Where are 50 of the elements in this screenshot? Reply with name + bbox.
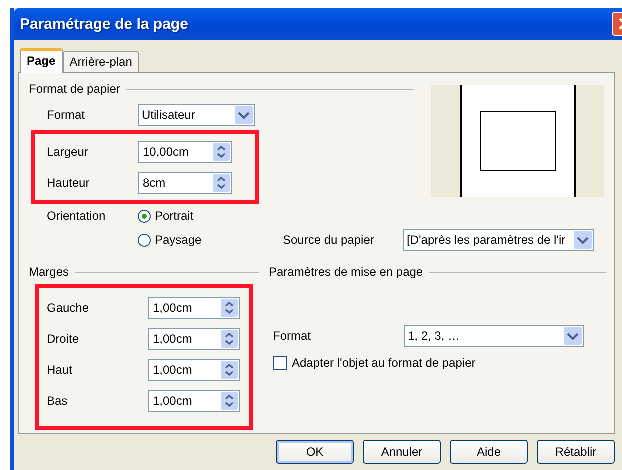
field-label: Format [46,108,86,122]
spin-arrows-icon[interactable] [221,392,238,410]
spin-field[interactable]: 1,00cm [148,296,240,318]
dialog-button[interactable]: Rétablir [537,440,615,464]
spin-field[interactable]: 8cm [138,172,232,194]
spin-arrows-icon[interactable] [221,360,238,378]
field-value: 1,00cm [153,332,192,346]
radio-label[interactable]: Portrait [155,209,194,223]
spin-arrows-icon[interactable] [221,298,238,316]
dropdown[interactable]: Utilisateur [138,104,255,126]
field-label: Haut [46,362,74,376]
window-title: Paramétrage de la page [19,16,188,32]
field-label: Droite [46,332,80,346]
dropdown-value: 1, 2, 3, … [408,328,460,342]
dropdown[interactable]: 1, 2, 3, … [404,324,584,346]
dropdown[interactable]: [D'après les paramètres de l'ir [403,229,594,251]
field-label: Source du papier [283,233,376,247]
spin-field[interactable]: 1,00cm [148,390,240,412]
radio-button[interactable] [138,234,151,246]
dropdown-value: Utilisateur [142,108,196,122]
field-label: Hauteur [46,176,91,190]
spin-field[interactable]: 1,00cm [148,328,240,350]
radio-button[interactable] [138,210,151,222]
spin-arrows-icon[interactable] [213,174,230,192]
tab[interactable]: Arrière-plan [62,51,140,72]
field-label: Bas [46,394,69,408]
field-label: Largeur [46,144,90,158]
checkbox[interactable] [273,356,287,370]
checkbox-label[interactable]: Adapter l'objet au format de papier [292,356,476,370]
dialog-button[interactable]: Annuler [363,440,441,464]
spin-field[interactable]: 10,00cm [138,140,232,162]
field-value: 10,00cm [143,144,190,158]
field-label: Gauche [46,300,90,314]
dialog-button[interactable]: OK [276,440,354,464]
spin-field[interactable]: 1,00cm [148,358,240,380]
field-label: Orientation [46,209,107,223]
spin-arrows-icon[interactable] [221,330,238,348]
dropdown-value: [D'après les paramètres de l'ir [407,233,566,247]
field-label: Format [273,328,312,342]
spin-arrows-icon[interactable] [213,142,230,160]
field-value: 8cm [143,176,166,190]
dialog-button[interactable]: Aide [450,440,528,464]
section-heading: Format de papier [29,82,120,96]
section-heading: Paramètres de mise en page [269,265,424,279]
field-value: 1,00cm [153,362,192,376]
section-heading: Marges [29,265,70,279]
field-value: 1,00cm [153,300,192,314]
field-value: 1,00cm [153,394,192,408]
tab[interactable]: Page [20,48,63,73]
radio-label[interactable]: Paysage [155,233,202,247]
